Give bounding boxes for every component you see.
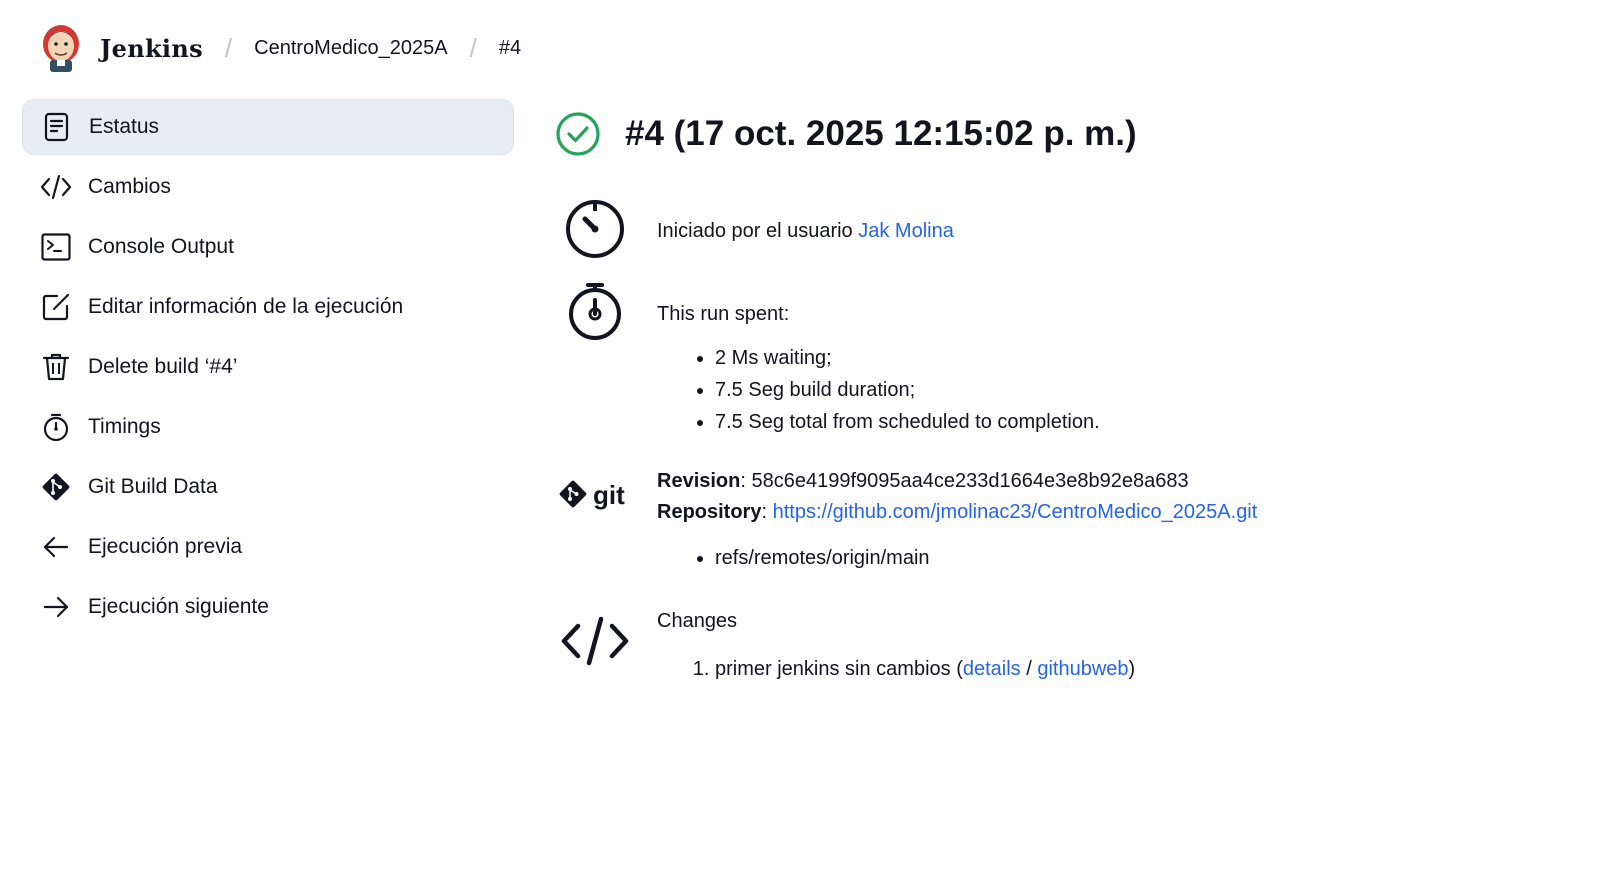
sidebar-item-label: Editar información de la ejecución <box>88 295 404 318</box>
document-icon <box>41 111 73 143</box>
sidebar-item-timings[interactable]: Timings <box>22 399 514 455</box>
sidebar-item-label: Cambios <box>88 175 171 198</box>
sidebar-item-label: Estatus <box>89 115 160 138</box>
sidebar-item-ejecucion-siguiente[interactable]: Ejecución siguiente <box>22 579 514 635</box>
sidebar-item-label: Git Build Data <box>88 475 218 498</box>
edit-icon <box>40 291 72 323</box>
list-item: 2 Ms waiting; <box>715 342 1100 374</box>
arrow-right-icon <box>40 591 72 623</box>
change-details-link[interactable]: details <box>963 658 1021 680</box>
header: Jenkins / CentroMedico_2025A / #4 <box>40 20 521 76</box>
run-spent-label: This run spent: <box>657 303 790 325</box>
code-icon <box>40 171 72 203</box>
stopwatch-icon <box>555 282 635 438</box>
brand-name[interactable]: Jenkins <box>100 34 203 63</box>
repository-label: Repository <box>657 501 762 523</box>
started-by-text: Iniciado por el usuario <box>657 220 859 242</box>
git-row: git Revision: 58c6e4199f9095aa4ce233d166… <box>555 466 1257 574</box>
jenkins-logo-icon[interactable] <box>40 22 82 74</box>
sidebar-item-console-output[interactable]: Console Output <box>22 219 514 275</box>
page-title: #4 (17 oct. 2025 12:15:02 p. m.) <box>625 114 1137 153</box>
git-icon <box>40 471 72 503</box>
revision-line: Revision: 58c6e4199f9095aa4ce233d1664e3e… <box>657 470 1189 492</box>
terminal-icon <box>40 231 72 263</box>
revision-label: Revision <box>657 470 741 492</box>
changes-label: Changes <box>657 610 738 632</box>
sidebar-item-label: Ejecución siguiente <box>88 595 269 618</box>
change-githubweb-link[interactable]: githubweb <box>1037 658 1128 680</box>
list-item: primer jenkins sin cambios (details / gi… <box>715 653 1135 685</box>
build-title-row: #4 (17 oct. 2025 12:15:02 p. m.) <box>555 100 1595 168</box>
started-by-row: Iniciado por el usuario Jak Molina <box>555 198 954 260</box>
breadcrumb-separator: / <box>224 32 233 63</box>
sidebar-item-label: Ejecución previa <box>88 535 243 558</box>
sidebar-item-git-build-data[interactable]: Git Build Data <box>22 459 514 515</box>
git-logo-text: git <box>593 480 625 510</box>
sidebar-item-estatus[interactable]: Estatus <box>22 99 514 155</box>
trash-icon <box>40 351 72 383</box>
branch-list: refs/remotes/origin/main <box>657 542 1257 574</box>
list-item: 7.5 Seg total from scheduled to completi… <box>715 406 1100 438</box>
sidebar: Estatus Cambios Console Output Editar in… <box>22 99 514 639</box>
timer-icon <box>555 198 635 260</box>
sidebar-item-editar-informacion[interactable]: Editar información de la ejecución <box>22 279 514 335</box>
sidebar-item-label: Timings <box>88 415 161 438</box>
list-item: 7.5 Seg build duration; <box>715 374 1100 406</box>
revision-value: 58c6e4199f9095aa4ce233d1664e3e8b92e8a683 <box>751 470 1189 492</box>
changes-row: Changes primer jenkins sin cambios (deta… <box>555 606 1135 685</box>
sidebar-item-ejecucion-previa[interactable]: Ejecución previa <box>22 519 514 575</box>
arrow-left-icon <box>40 531 72 563</box>
breadcrumb-separator: / <box>469 32 477 63</box>
success-check-icon <box>556 112 600 156</box>
breadcrumb-job[interactable]: CentroMedico_2025A <box>254 37 447 60</box>
sidebar-item-cambios[interactable]: Cambios <box>22 159 514 215</box>
list-item: refs/remotes/origin/main <box>715 542 1257 574</box>
git-logo-icon: git <box>555 466 635 574</box>
breadcrumb-build[interactable]: #4 <box>499 37 521 60</box>
started-by-user-link[interactable]: Jak Molina <box>858 220 954 242</box>
changes-list: primer jenkins sin cambios (details / gi… <box>657 653 1135 685</box>
change-message: primer jenkins sin cambios <box>715 658 951 680</box>
sidebar-item-label: Delete build ‘#4’ <box>88 355 238 378</box>
sidebar-item-label: Console Output <box>88 235 234 258</box>
main-content: #4 (17 oct. 2025 12:15:02 p. m.) Iniciad… <box>555 100 1595 680</box>
repository-link[interactable]: https://github.com/jmolinac23/CentroMedi… <box>773 501 1258 523</box>
stopwatch-icon <box>40 411 72 443</box>
repository-line: Repository: https://github.com/jmolinac2… <box>657 501 1258 523</box>
run-spent-row: This run spent: 2 Ms waiting; 7.5 Seg bu… <box>555 282 1100 438</box>
run-spent-list: 2 Ms waiting; 7.5 Seg build duration; 7.… <box>657 342 1100 438</box>
sidebar-item-delete-build[interactable]: Delete build ‘#4’ <box>22 339 514 395</box>
code-icon <box>555 606 635 685</box>
